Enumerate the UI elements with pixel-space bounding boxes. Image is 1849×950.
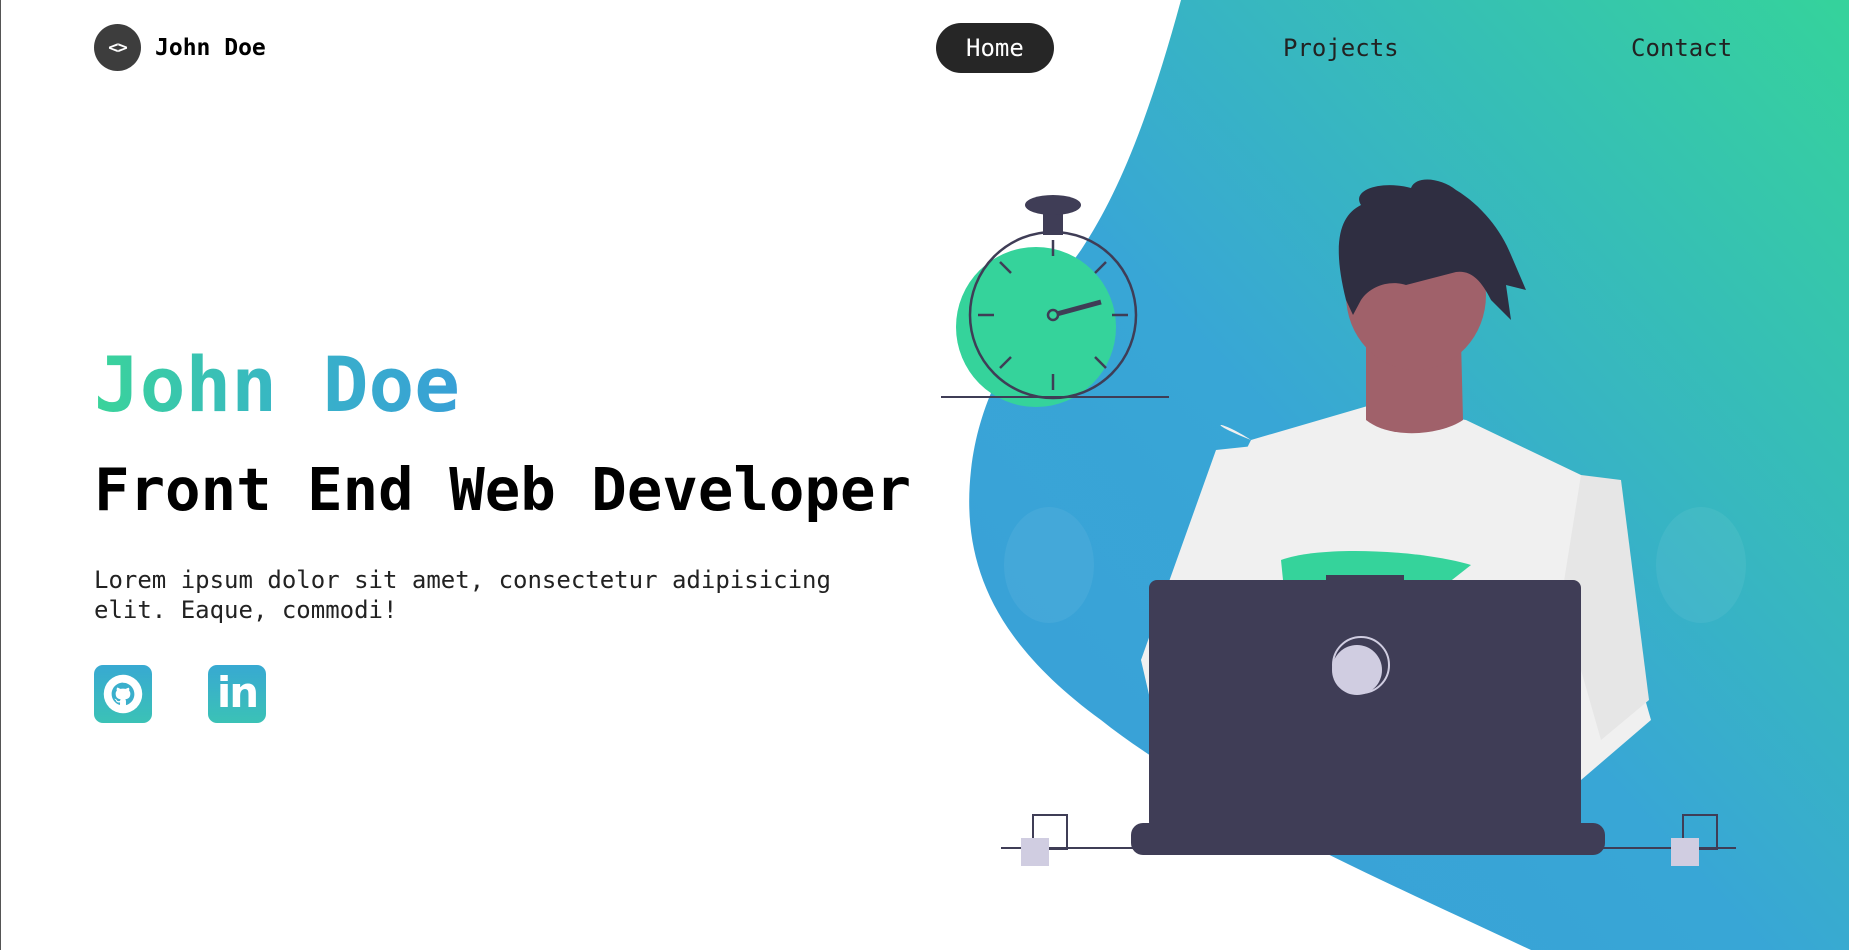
linkedin-link[interactable]: in: [208, 665, 266, 723]
nav-contact[interactable]: Contact: [1631, 23, 1732, 73]
hero-name: John Doe: [94, 340, 461, 429]
hero-description: Lorem ipsum dolor sit amet, consectetur …: [94, 566, 831, 624]
main-nav: Home Projects Contact: [1, 23, 1849, 73]
nav-projects[interactable]: Projects: [1283, 23, 1399, 73]
linkedin-icon: in: [216, 668, 259, 717]
nav-home[interactable]: Home: [936, 23, 1054, 73]
laptop-illustration: [1131, 575, 1605, 855]
hero-title: Front End Web Developer: [94, 455, 911, 524]
github-link[interactable]: [94, 665, 152, 723]
github-icon: [103, 674, 143, 714]
